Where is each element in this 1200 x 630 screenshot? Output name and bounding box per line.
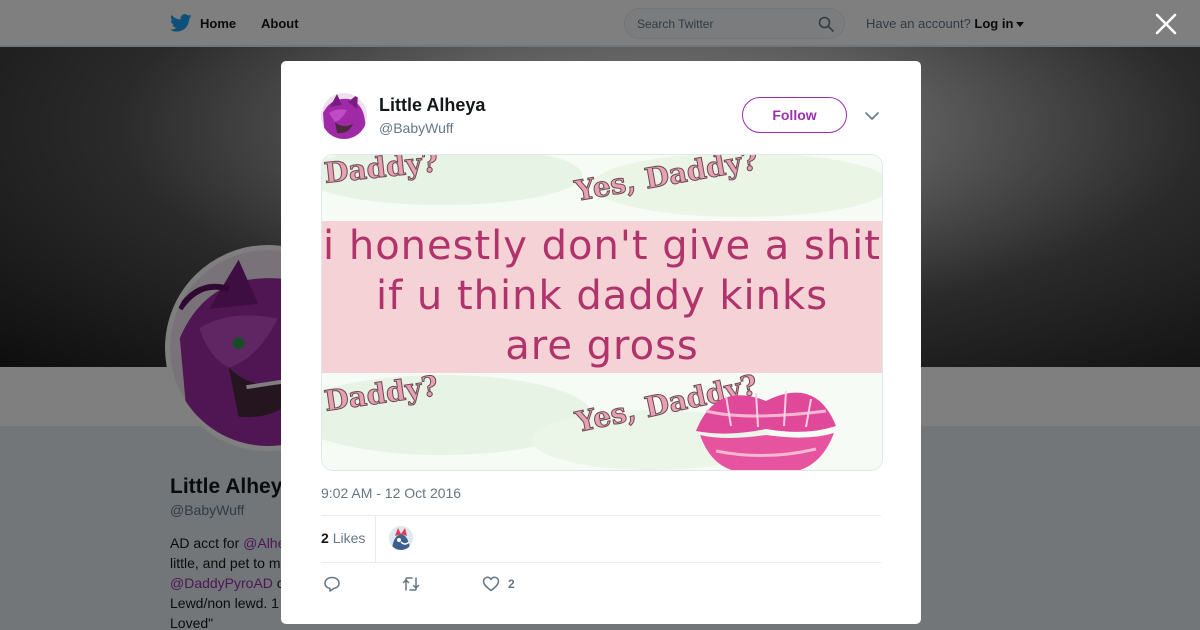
like-button[interactable]: 2 [482, 575, 515, 593]
tweet-modal: Little Alheya @BabyWuff Follow Daddy? Ye… [281, 61, 921, 624]
divider [321, 515, 881, 516]
likes-label: Likes [332, 530, 366, 546]
follow-button[interactable]: Follow [742, 97, 847, 133]
lipstick-kiss-image [696, 390, 836, 470]
chevron-down-icon[interactable] [864, 108, 880, 124]
retweet-icon [402, 577, 420, 591]
reply-icon [324, 576, 340, 592]
media-caption-line: are gross [505, 323, 699, 369]
tweet-author-handle[interactable]: @BabyWuff [379, 120, 453, 136]
divider [321, 562, 881, 563]
like-count: 2 [508, 577, 515, 591]
media-caption-line: i honestly don't give a shit [323, 223, 881, 269]
media-caption-line: if u think daddy kinks [375, 273, 829, 319]
reply-button[interactable] [323, 575, 341, 593]
liker-avatar[interactable] [389, 526, 413, 550]
tweet-author-name[interactable]: Little Alheya [379, 95, 485, 116]
wolf-avatar-image [321, 93, 367, 139]
likes-stat[interactable]: 2 Likes [321, 530, 365, 546]
tweet-media-image[interactable]: Daddy? Yes, Daddy? i honestly don't give… [321, 154, 883, 471]
retweet-button[interactable] [402, 575, 420, 593]
close-icon[interactable] [1154, 12, 1178, 36]
heart-icon [482, 576, 500, 592]
tweet-author-avatar[interactable] [321, 93, 367, 139]
liker-avatar-image [389, 526, 413, 550]
likes-count: 2 [321, 530, 329, 546]
divider [375, 516, 376, 562]
tweet-timestamp[interactable]: 9:02 AM - 12 Oct 2016 [321, 485, 461, 501]
